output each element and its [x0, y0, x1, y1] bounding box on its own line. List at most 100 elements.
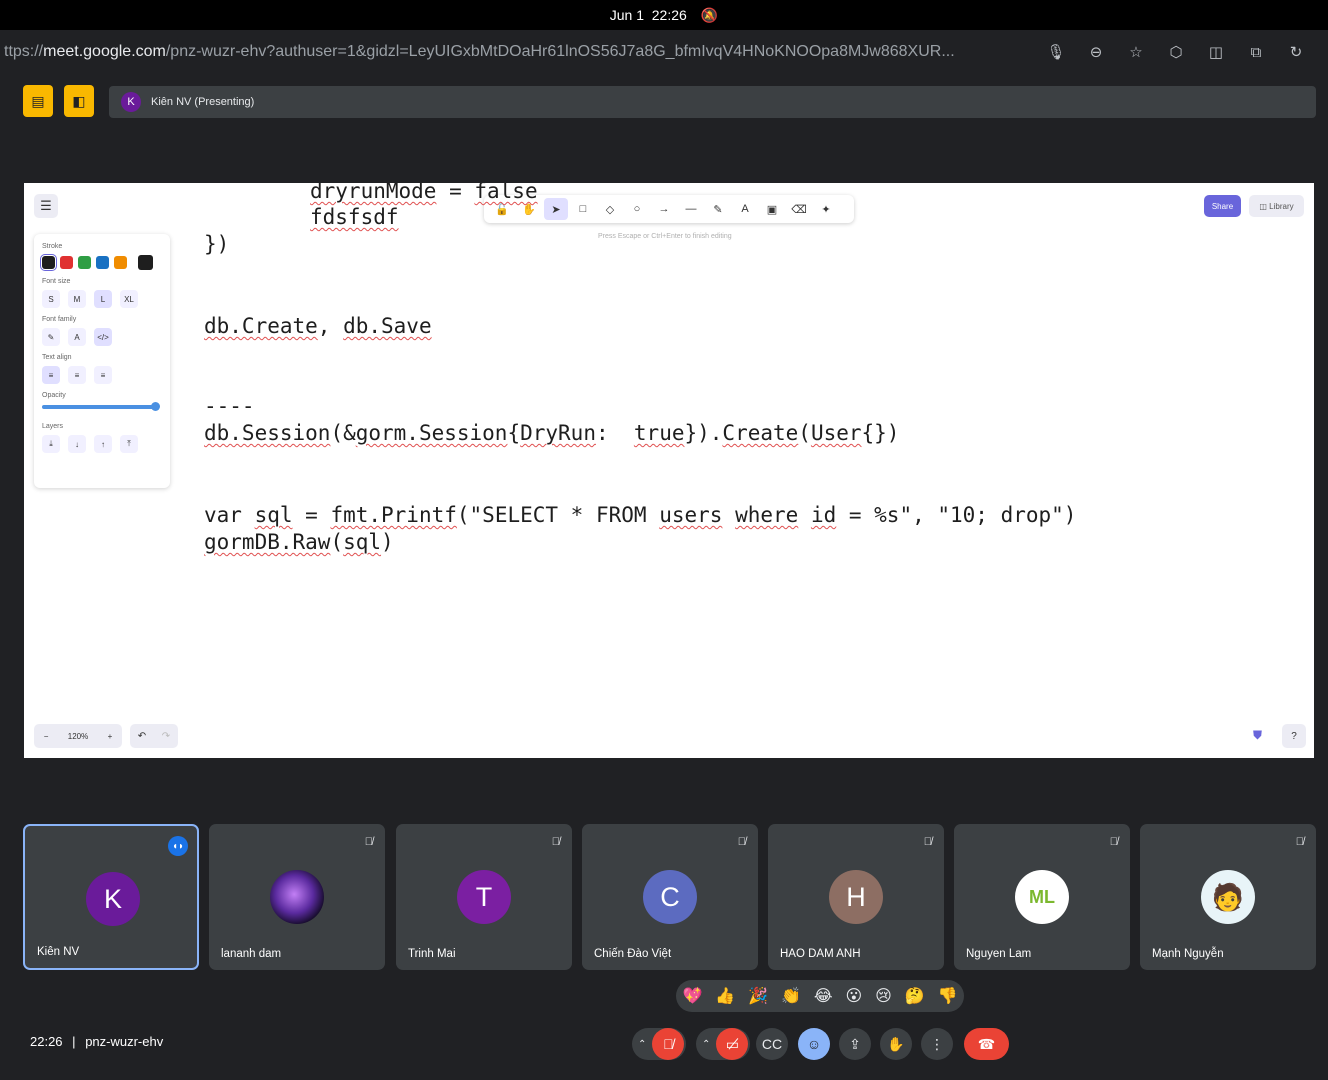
font-size-l[interactable]: L — [94, 290, 112, 308]
sparkling-heart-icon[interactable]: 💖 — [682, 986, 702, 1006]
normal-font-icon[interactable]: A — [68, 328, 86, 346]
url-text[interactable]: ttps://meet.google.com/pnz-wuzr-ehv?auth… — [4, 43, 1026, 61]
hand-drawn-font-icon[interactable]: ✎ — [42, 328, 60, 346]
presenting-label: Kiên NV (Presenting) — [151, 96, 255, 108]
ellipse-icon[interactable]: ○ — [625, 198, 649, 220]
hamburger-menu-icon[interactable]: ☰ — [34, 194, 58, 218]
thumbs-down-icon[interactable]: 👎 — [938, 986, 958, 1006]
text-icon[interactable]: A — [733, 198, 757, 220]
stroke-color-red[interactable] — [60, 256, 73, 269]
text-align-label: Text align — [42, 354, 72, 361]
meeting-code[interactable]: pnz-wuzr-ehv — [85, 1034, 163, 1049]
code-line-6: db.Session(&gorm.Session{DryRun: true}).… — [204, 421, 900, 445]
split-view-icon[interactable]: ◫ — [1206, 42, 1226, 62]
microphone-icon[interactable]: 🎙 — [1046, 42, 1066, 62]
align-right-icon[interactable]: ≡ — [94, 366, 112, 384]
library-button[interactable]: ◫ Library — [1249, 195, 1304, 217]
participant-name: Kiên NV — [37, 946, 80, 958]
bring-forward-icon[interactable]: ↑ — [94, 435, 112, 453]
stop-presenting-button[interactable]: ▤ — [23, 85, 53, 117]
pencil-icon[interactable]: ✎ — [706, 198, 730, 220]
audio-options-button[interactable]: ⌃ 🎙̸ — [632, 1028, 686, 1060]
stroke-color-orange[interactable] — [114, 256, 127, 269]
camera-off-icon[interactable]: ▭̸ — [716, 1028, 749, 1060]
code-font-icon[interactable]: </> — [94, 328, 112, 346]
zoom-out-icon[interactable]: ⊖ — [1086, 42, 1106, 62]
diamond-icon[interactable]: ◇ — [598, 198, 622, 220]
undo-icon[interactable]: ↶ — [138, 731, 146, 742]
bell-off-icon[interactable]: 🔕 — [701, 7, 718, 24]
avatar: T — [457, 870, 511, 924]
clapping-hands-icon[interactable]: 👏 — [781, 986, 801, 1006]
align-left-icon[interactable]: ≡ — [42, 366, 60, 384]
participant-tile[interactable]: ML 🎙̸ Nguyen Lam — [954, 824, 1130, 970]
help-icon[interactable]: ? — [1282, 724, 1306, 748]
end-call-icon[interactable]: ☎ — [964, 1028, 1009, 1060]
image-icon[interactable]: ▣ — [760, 198, 784, 220]
share-button[interactable]: Share — [1204, 195, 1241, 217]
zoom-in-button[interactable]: + — [108, 732, 113, 741]
participant-tile[interactable]: K ◖◗ Kiên NV — [23, 824, 199, 970]
present-screen-icon[interactable]: ⇪ — [839, 1028, 871, 1060]
line-icon[interactable]: — — [679, 198, 703, 220]
chevron-up-icon[interactable]: ⌃ — [638, 1039, 646, 1050]
bookmark-star-icon[interactable]: ☆ — [1126, 42, 1146, 62]
browser-url-bar[interactable]: ttps://meet.google.com/pnz-wuzr-ehv?auth… — [0, 30, 1328, 74]
bring-to-front-icon[interactable]: ⤒ — [120, 435, 138, 453]
participant-name: Nguyen Lam — [966, 948, 1032, 960]
ai-tools-icon[interactable]: ✦ — [814, 198, 838, 220]
presenting-banner: K Kiên NV (Presenting) — [109, 86, 1316, 118]
zoom-out-button[interactable]: − — [44, 732, 49, 741]
stroke-color-blue[interactable] — [96, 256, 109, 269]
video-options-button[interactable]: ⌃ ▭̸ — [696, 1028, 750, 1060]
font-size-xl[interactable]: XL — [120, 290, 138, 308]
layout-button[interactable]: ◧ — [64, 85, 94, 117]
surprised-face-icon[interactable]: 😮 — [845, 986, 862, 1006]
more-options-icon[interactable]: ⋮ — [921, 1028, 953, 1060]
emoji-reactions-icon[interactable]: ☺ — [798, 1028, 830, 1060]
chevron-up-icon[interactable]: ⌃ — [702, 1039, 710, 1050]
arrow-icon[interactable]: → — [652, 198, 676, 220]
participant-tile[interactable]: T 🎙̸ Trinh Mai — [396, 824, 572, 970]
logo-avatar: ML — [1015, 870, 1069, 924]
stroke-label: Stroke — [42, 243, 63, 250]
tab-collections-icon[interactable]: ⧉ — [1246, 42, 1266, 62]
presentation-off-icon: ▤ — [31, 92, 45, 109]
shared-whiteboard[interactable]: ☰ 🔓 ✋ ➤ □ ◇ ○ → — ✎ A ▣ ⌫ ✦ Press Escape… — [24, 183, 1314, 758]
participant-tile[interactable]: C 🎙̸ Chiến Đào Việt — [582, 824, 758, 970]
send-to-back-icon[interactable]: ⤓ — [42, 435, 60, 453]
drawing-toolbar: 🔓 ✋ ➤ □ ◇ ○ → — ✎ A ▣ ⌫ ✦ — [484, 195, 854, 223]
stroke-color-black[interactable] — [40, 254, 57, 271]
avatar: C — [643, 870, 697, 924]
align-center-icon[interactable]: ≡ — [68, 366, 86, 384]
raise-hand-icon[interactable]: ✋ — [880, 1028, 912, 1060]
presenter-avatar: K — [121, 92, 141, 112]
thumbs-up-icon[interactable]: 👍 — [715, 986, 735, 1006]
zoom-level[interactable]: 120% — [68, 732, 88, 741]
select-icon[interactable]: ➤ — [544, 198, 568, 220]
avatar: H — [829, 870, 883, 924]
crying-face-icon[interactable]: 😢 — [875, 986, 892, 1006]
rectangle-icon[interactable]: □ — [571, 198, 595, 220]
current-stroke-color[interactable] — [138, 255, 153, 270]
laughing-face-icon[interactable]: 😂 — [814, 986, 833, 1006]
participant-tile[interactable]: H 🎙̸ HAO DAM ANH — [768, 824, 944, 970]
history-icon[interactable]: ↻ — [1286, 42, 1306, 62]
microphone-off-icon[interactable]: 🎙̸ — [652, 1028, 685, 1060]
captions-icon[interactable]: CC — [756, 1028, 788, 1060]
send-backward-icon[interactable]: ↓ — [68, 435, 86, 453]
redo-icon[interactable]: ↷ — [162, 731, 170, 742]
mic-off-icon: 🎙̸ — [923, 836, 932, 848]
party-popper-icon[interactable]: 🎉 — [748, 986, 768, 1006]
opacity-slider[interactable] — [42, 402, 160, 411]
participant-tile[interactable]: 🧑 🎙̸ Mạnh Nguyễn — [1140, 824, 1316, 970]
stroke-color-green[interactable] — [78, 256, 91, 269]
thinking-face-icon[interactable]: 🤔 — [905, 986, 925, 1006]
font-size-m[interactable]: M — [68, 290, 86, 308]
participant-tile[interactable]: 🎙̸ lananh dam — [209, 824, 385, 970]
eraser-icon[interactable]: ⌫ — [787, 198, 811, 220]
font-size-s[interactable]: S — [42, 290, 60, 308]
extensions-icon[interactable]: ⬡ — [1166, 42, 1186, 62]
system-date: Jun 1 — [609, 7, 644, 23]
shield-icon[interactable]: ⛊ — [1253, 728, 1262, 743]
